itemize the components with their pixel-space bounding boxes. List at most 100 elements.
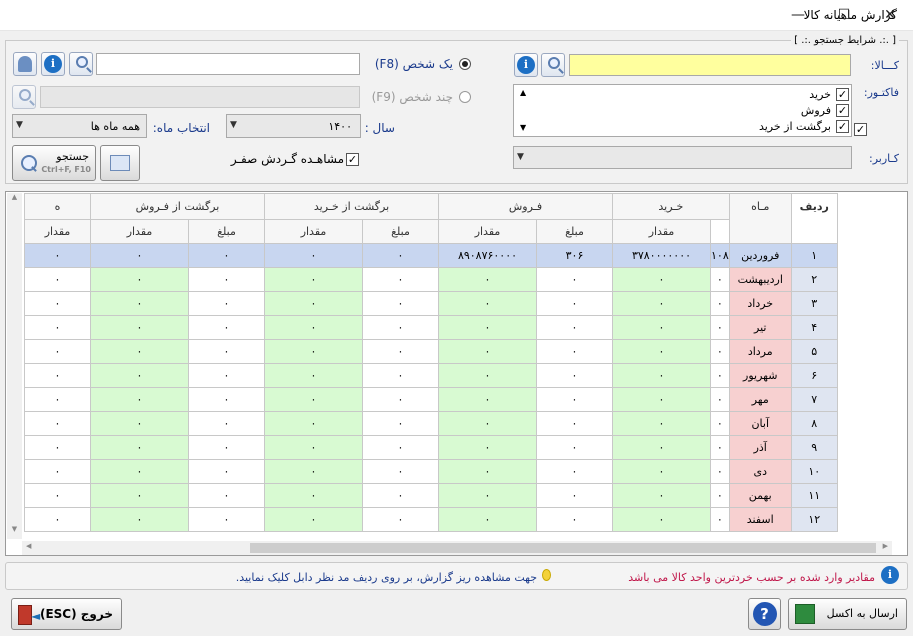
col-group-sale-return: برگشت از فـروش bbox=[90, 193, 265, 220]
product-input[interactable] bbox=[569, 54, 851, 76]
table-cell: ۰ bbox=[362, 507, 439, 532]
table-cell: ۰ bbox=[536, 267, 613, 292]
table-cell: ۰ bbox=[612, 459, 711, 484]
table-cell: ۳۰۶ bbox=[536, 243, 613, 268]
row-number-cell: ۱۱ bbox=[790, 483, 838, 508]
month-cell: آبان bbox=[728, 411, 792, 436]
table-row[interactable]: ۰ ۰ ۰ ۰ ۰ ۰ ۰ ۰ ۰ تیر ۴ bbox=[24, 315, 838, 340]
table-row[interactable]: ۰ ۰ ۰ ۰ ۰ ۰ ۰ ۰ ۰ شهریور ۶ bbox=[24, 363, 838, 388]
table-cell: ۰ bbox=[188, 267, 265, 292]
many-person-search-button[interactable] bbox=[12, 85, 36, 109]
scroll-up-icon[interactable]: ▲ bbox=[7, 193, 22, 201]
month-cell: دی bbox=[728, 459, 792, 484]
scroll-down-icon[interactable]: ▼ bbox=[7, 525, 22, 533]
table-cell: ۰ bbox=[264, 435, 363, 460]
row-number-cell: ۶ bbox=[790, 363, 838, 388]
search-button-label: جستجو bbox=[56, 150, 89, 163]
excel-button-label: ارسال به اکسل bbox=[826, 607, 898, 620]
product-search-button[interactable] bbox=[541, 53, 565, 77]
help-button[interactable]: ? bbox=[748, 598, 781, 630]
factor-select-all-checkbox[interactable]: ✓ bbox=[854, 123, 867, 136]
status-hint-text: جهت مشاهده ریز گزارش، بر روی ردیف مد نظر… bbox=[235, 571, 537, 584]
scroll-up-icon[interactable]: ▲ bbox=[520, 88, 526, 97]
scrollbar-thumb[interactable] bbox=[250, 543, 876, 553]
table-cell: ۰ bbox=[710, 387, 730, 412]
many-person-radio[interactable] bbox=[459, 91, 471, 103]
table-row[interactable]: ۰ ۰ ۰ ۰ ۰ ۰ ۰ ۰ ۰ اسفند ۱۲ bbox=[24, 507, 838, 532]
month-value: همه ماه ها bbox=[90, 120, 140, 133]
zero-turnover-label: مشاهـده گـردش صفـر bbox=[230, 152, 344, 166]
scroll-left-icon[interactable]: ◀ bbox=[26, 542, 31, 550]
table-cell: ۰ bbox=[24, 243, 91, 268]
table-cell: ۰ bbox=[612, 507, 711, 532]
scroll-right-icon[interactable]: ▶ bbox=[883, 542, 888, 550]
col-group-purchase: خـرید bbox=[612, 193, 730, 220]
form-icon bbox=[110, 155, 130, 171]
factor-purchase-return-label: برگشت از خرید bbox=[758, 120, 831, 133]
row-number-cell: ۱۰ bbox=[790, 459, 838, 484]
maximize-button[interactable]: ☐ bbox=[821, 0, 867, 31]
person-info-button[interactable]: i bbox=[41, 52, 65, 76]
table-cell: ۰ bbox=[24, 363, 91, 388]
table-cell: ۰ bbox=[362, 483, 439, 508]
product-info-button[interactable]: i bbox=[514, 53, 538, 77]
person-search-button[interactable] bbox=[69, 52, 93, 76]
excel-export-button[interactable]: ارسال به اکسل bbox=[788, 598, 907, 630]
table-row[interactable]: ۰ ۰ ۰ ۰ ۰ ۰ ۰ ۰ ۰ مرداد ۵ bbox=[24, 339, 838, 364]
one-person-radio[interactable] bbox=[459, 58, 471, 70]
table-row[interactable]: ۰ ۰ ۰ ۰ ۰ ۰ ۰ ۰ ۰ آذر ۹ bbox=[24, 435, 838, 460]
table-cell: ۰ bbox=[264, 291, 363, 316]
table-cell: ۰ bbox=[438, 315, 537, 340]
horizontal-scrollbar[interactable]: ◀ ▶ bbox=[22, 541, 892, 555]
table-cell: ۰ bbox=[362, 267, 439, 292]
factor-purchase-label: خرید bbox=[809, 88, 831, 101]
report-grid[interactable]: ▲ ▼ ه برگشت از فـروش برگشت از خـرید فـروش… bbox=[5, 191, 908, 556]
table-cell: ۰ bbox=[710, 291, 730, 316]
lightbulb-icon bbox=[542, 569, 551, 581]
factor-purchase-checkbox[interactable]: ✓ bbox=[836, 88, 849, 101]
table-cell: ۰ bbox=[536, 291, 613, 316]
table-row[interactable]: ۰ ۰ ۰ ۰ ۰ ۸۹۰۸۷۶۰۰۰۰ ۳۰۶ ۳۷۸۰۰۰۰۰۰۰ ۱۰۸ فروردین ۱ bbox=[24, 243, 838, 268]
table-row[interactable]: ۰ ۰ ۰ ۰ ۰ ۰ ۰ ۰ ۰ مهر ۷ bbox=[24, 387, 838, 412]
table-cell: ۰ bbox=[438, 267, 537, 292]
table-cell: ۰ bbox=[24, 387, 91, 412]
factor-purchase-return-checkbox[interactable]: ✓ bbox=[836, 120, 849, 133]
table-cell: ۰ bbox=[710, 315, 730, 340]
month-select[interactable]: ▼ همه ماه ها bbox=[12, 114, 147, 138]
table-cell: ۰ bbox=[536, 459, 613, 484]
user-select[interactable]: ▼ bbox=[513, 146, 852, 169]
factor-checklist[interactable]: ▲ ▼ ✓ خرید ✓ فروش ✓ برگشت از خرید bbox=[513, 84, 852, 137]
zero-turnover-checkbox[interactable]: ✓ bbox=[346, 153, 359, 166]
vertical-scrollbar[interactable]: ▲ ▼ bbox=[7, 193, 22, 539]
clear-button[interactable] bbox=[100, 145, 140, 181]
many-person-input[interactable] bbox=[40, 86, 360, 108]
scroll-down-icon[interactable]: ▼ bbox=[520, 123, 526, 132]
search-button[interactable]: جستجو Ctrl+F, F10 bbox=[12, 145, 96, 181]
table-cell: ۰ bbox=[536, 339, 613, 364]
table-cell: ۰ bbox=[188, 339, 265, 364]
table-row[interactable]: ۰ ۰ ۰ ۰ ۰ ۰ ۰ ۰ ۰ خرداد ۳ bbox=[24, 291, 838, 316]
month-cell: شهریور bbox=[728, 363, 792, 388]
table-cell: ۰ bbox=[90, 291, 189, 316]
table-cell: ۰ bbox=[90, 507, 189, 532]
exit-button[interactable]: ◄ خروج (ESC) bbox=[11, 598, 122, 630]
table-cell: ۰ bbox=[90, 387, 189, 412]
table-row[interactable]: ۰ ۰ ۰ ۰ ۰ ۰ ۰ ۰ ۰ اردیبهشت ۲ bbox=[24, 267, 838, 292]
table-cell: ۰ bbox=[264, 267, 363, 292]
table-cell: ۰ bbox=[188, 507, 265, 532]
table-row[interactable]: ۰ ۰ ۰ ۰ ۰ ۰ ۰ ۰ ۰ آبان ۸ bbox=[24, 411, 838, 436]
table-row[interactable]: ۰ ۰ ۰ ۰ ۰ ۰ ۰ ۰ ۰ دی ۱۰ bbox=[24, 459, 838, 484]
table-cell: ۰ bbox=[362, 243, 439, 268]
close-button[interactable]: ✕ bbox=[867, 0, 913, 31]
year-select[interactable]: ▼ ۱۴۰۰ bbox=[226, 114, 361, 138]
month-cell: آذر bbox=[728, 435, 792, 460]
table-row[interactable]: ۰ ۰ ۰ ۰ ۰ ۰ ۰ ۰ ۰ بهمن ۱۱ bbox=[24, 483, 838, 508]
factor-sale-checkbox[interactable]: ✓ bbox=[836, 104, 849, 117]
year-value: ۱۴۰۰ bbox=[328, 120, 352, 133]
table-cell: ۰ bbox=[24, 507, 91, 532]
table-cell: ۰ bbox=[710, 267, 730, 292]
person-input[interactable] bbox=[96, 53, 360, 75]
minimize-button[interactable]: — bbox=[775, 0, 821, 31]
person-card-button[interactable] bbox=[13, 52, 37, 76]
row-number-cell: ۸ bbox=[790, 411, 838, 436]
